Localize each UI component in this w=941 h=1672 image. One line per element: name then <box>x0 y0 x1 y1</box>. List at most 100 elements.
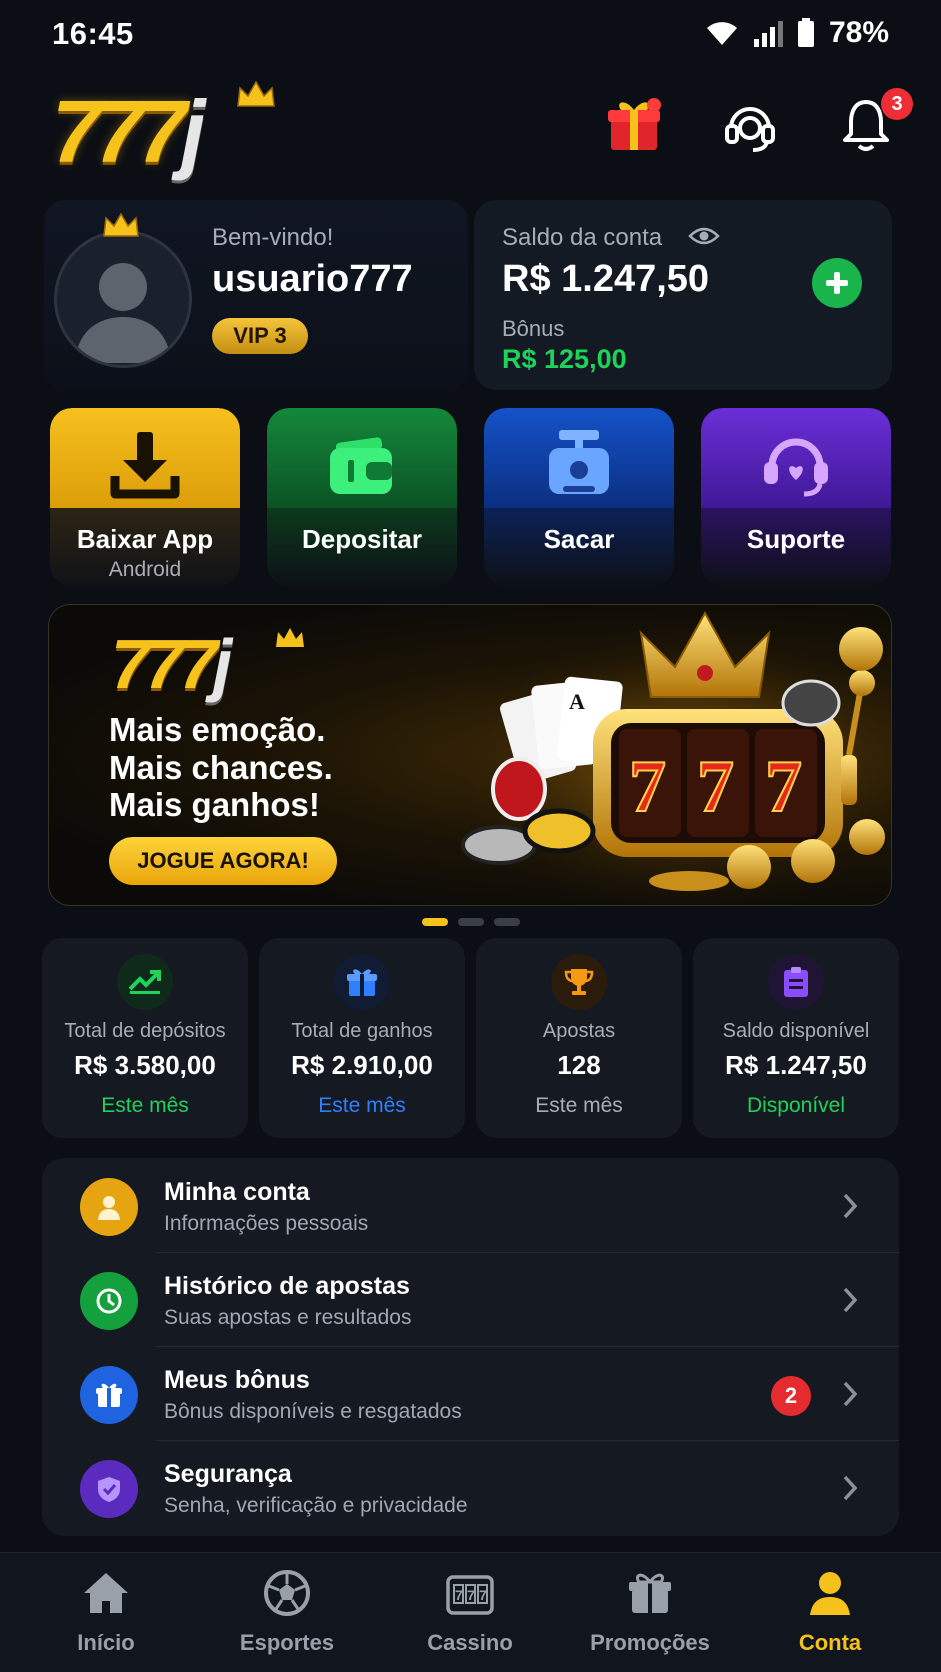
nav-promotions[interactable]: Promoções <box>570 1569 730 1656</box>
nav-label: Conta <box>798 1630 862 1655</box>
crown-icon <box>103 212 139 237</box>
nav-label: Promoções <box>590 1630 710 1655</box>
support-button[interactable] <box>721 96 779 154</box>
svg-text:7: 7 <box>765 746 802 828</box>
stat-card-available-balance: Saldo disponível R$ 1.247,50 Disponível <box>693 938 899 1138</box>
nav-label: Início <box>77 1630 135 1655</box>
menu-item-bet-history[interactable]: Histórico de apostas Suas apostas e resu… <box>42 1252 899 1346</box>
svg-text:7: 7 <box>467 1587 475 1603</box>
action-label: Depositar <box>302 524 422 554</box>
gift-icon <box>334 954 390 1010</box>
promo-banner[interactable]: 777j Mais emoção. Mais chances. Mais gan… <box>48 604 892 906</box>
nav-account[interactable]: Conta <box>750 1569 910 1656</box>
bonus-count-badge: 2 <box>771 1376 811 1416</box>
stat-value: R$ 2.910,00 <box>291 1050 433 1080</box>
stat-value: R$ 1.247,50 <box>725 1050 867 1080</box>
stat-card-winnings: Total de ganhos R$ 2.910,00 Este mês <box>259 938 465 1138</box>
menu-item-my-bonuses[interactable]: Meus bônus Bônus disponíveis e resgatado… <box>42 1346 899 1440</box>
menu-item-subtitle: Informações pessoais <box>164 1212 369 1235</box>
gift-notification-dot <box>647 98 661 112</box>
support-action-button[interactable]: Suporte <box>701 408 891 586</box>
play-now-button[interactable]: JOGUE AGORA! <box>109 837 337 885</box>
stat-period: Este mês <box>318 1094 406 1117</box>
menu-item-subtitle: Suas apostas e resultados <box>164 1306 412 1329</box>
welcome-text: Bem-vindo! <box>212 224 334 251</box>
clipboard-icon <box>768 954 824 1010</box>
user-icon <box>80 1178 138 1236</box>
trend-up-icon <box>117 954 173 1010</box>
avatar[interactable] <box>54 230 192 368</box>
nav-home[interactable]: Início <box>26 1569 186 1656</box>
stat-card-deposits: Total de depósitos R$ 3.580,00 Este mês <box>42 938 248 1138</box>
signal-icon <box>753 21 783 47</box>
account-menu: Minha conta Informações pessoais Históri… <box>42 1158 899 1536</box>
balance-label: Saldo da conta <box>502 224 663 251</box>
app-logo[interactable]: 777j <box>52 80 282 182</box>
deposit-button[interactable]: Depositar <box>267 408 457 586</box>
bonus-label: Bônus <box>502 316 565 341</box>
trophy-icon <box>551 954 607 1010</box>
wifi-icon <box>706 22 737 45</box>
menu-item-subtitle: Senha, verificação e privacidade <box>164 1494 468 1517</box>
stat-period: Este mês <box>101 1094 189 1117</box>
action-label: Baixar App <box>76 524 214 554</box>
stat-period: Disponível <box>746 1094 846 1117</box>
nav-casino[interactable]: 777 Cassino <box>390 1569 550 1656</box>
bottom-navigation: Início Esportes 777 Cassino Promoções Co… <box>0 1552 941 1672</box>
notifications-button[interactable]: 3 <box>837 88 913 154</box>
pagination-dot-active[interactable] <box>421 918 448 926</box>
pagination-dot[interactable] <box>457 918 484 926</box>
banner-logo: 777j <box>111 625 232 703</box>
shield-icon <box>80 1460 138 1518</box>
battery-percent: 78% <box>828 16 889 49</box>
add-funds-button[interactable] <box>812 258 862 308</box>
gift-button[interactable] <box>605 96 663 154</box>
svg-text:7: 7 <box>697 746 734 828</box>
profile-card[interactable]: Bem-vindo! usuario777 VIP 3 <box>44 200 468 390</box>
menu-item-title: Minha conta <box>164 1178 310 1206</box>
balance-value: R$ 1.247,50 <box>502 258 710 300</box>
chevron-right-icon <box>843 1475 858 1501</box>
action-label: Sacar <box>543 524 615 554</box>
menu-item-title: Segurança <box>164 1460 292 1488</box>
menu-item-security[interactable]: Segurança Senha, verificação e privacida… <box>42 1440 899 1534</box>
pagination-dot[interactable] <box>493 918 520 926</box>
svg-text:7: 7 <box>455 1587 463 1603</box>
stat-label: Total de depósitos <box>64 1020 226 1042</box>
download-app-button[interactable]: Baixar App Android <box>50 408 240 586</box>
battery-icon <box>797 18 814 47</box>
cash-register-icon <box>549 430 609 494</box>
stat-period: Este mês <box>535 1094 623 1117</box>
svg-text:7: 7 <box>629 746 666 828</box>
quick-actions: Baixar App Android Depositar Sacar Supor… <box>50 408 892 586</box>
banner-headline-3: Mais ganhos! <box>109 786 320 823</box>
menu-item-title: Meus bônus <box>164 1366 310 1394</box>
eye-icon[interactable] <box>688 224 720 248</box>
nav-sports[interactable]: Esportes <box>207 1569 367 1656</box>
soccer-ball-icon <box>264 1570 310 1616</box>
plus-icon <box>826 272 848 294</box>
action-sublabel: Android <box>108 558 182 581</box>
header-actions: 3 <box>605 88 913 154</box>
menu-item-subtitle: Bônus disponíveis e resgatados <box>164 1400 462 1423</box>
stat-value: R$ 3.580,00 <box>74 1050 216 1080</box>
bonus-value: R$ 125,00 <box>502 344 627 374</box>
stat-label: Apostas <box>542 1020 616 1042</box>
headset-icon <box>764 438 828 497</box>
nav-label: Cassino <box>427 1630 513 1655</box>
notification-badge: 3 <box>881 88 913 120</box>
stat-value: 128 <box>557 1050 601 1080</box>
nav-label: Esportes <box>239 1630 335 1655</box>
download-icon <box>110 432 180 499</box>
svg-text:A: A <box>569 689 585 714</box>
menu-item-my-account[interactable]: Minha conta Informações pessoais <box>42 1158 899 1252</box>
withdraw-button[interactable]: Sacar <box>484 408 674 586</box>
balance-card: Saldo da conta R$ 1.247,50 Bônus R$ 125,… <box>474 200 892 390</box>
user-silhouette-icon <box>75 263 171 363</box>
gift-icon <box>80 1366 138 1424</box>
chevron-right-icon <box>843 1193 858 1219</box>
clock-icon <box>80 1272 138 1330</box>
username: usuario777 <box>212 258 413 300</box>
vip-badge[interactable]: VIP 3 <box>212 318 308 354</box>
banner-headline-1: Mais emoção. <box>109 711 326 748</box>
